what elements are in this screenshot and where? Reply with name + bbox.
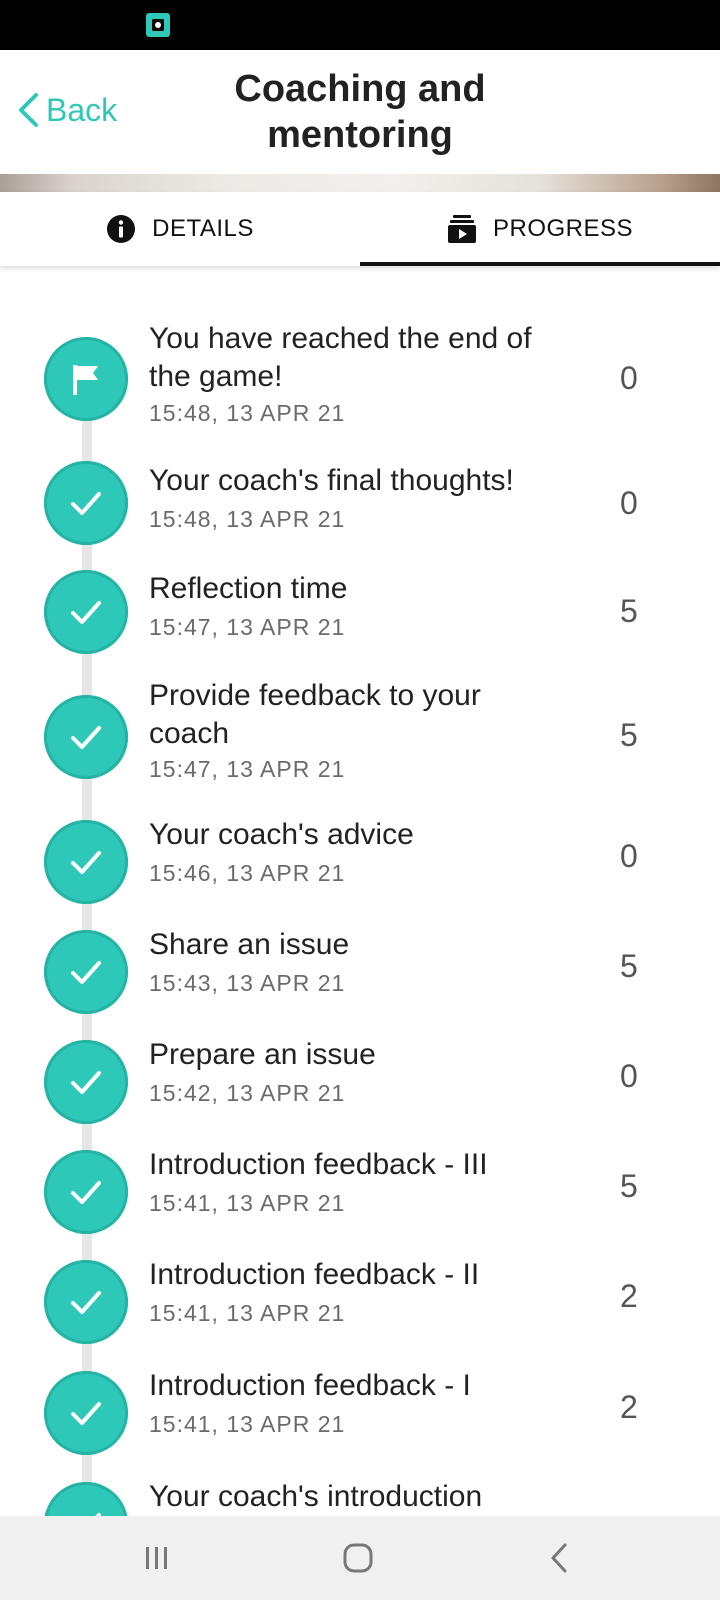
page-title-line1: Coaching and (234, 68, 486, 110)
check-icon (71, 1181, 101, 1204)
step-status-dot (44, 570, 128, 654)
check-icon (95, 1513, 101, 1516)
step-score: 0 (620, 360, 638, 396)
step-timestamp: 15:42, 13 APR 21 (149, 1080, 346, 1106)
step-timestamp: 15:47, 13 APR 21 (149, 614, 346, 640)
step-score: 0 (620, 1058, 638, 1094)
step-title: Share an issue (149, 928, 350, 961)
check-icon (71, 492, 101, 515)
nav-back-icon (551, 1543, 567, 1573)
system-navigation-bar (0, 1516, 720, 1600)
step-status-dot (44, 337, 128, 421)
check-icon (71, 601, 101, 624)
step-status-dot (44, 1371, 128, 1455)
tab-details-label: DETAILS (152, 215, 254, 242)
progress-media-icon (447, 215, 476, 243)
step-title: Your coach's introduction (149, 1480, 483, 1513)
tab-progress-label: PROGRESS (492, 215, 634, 242)
back-button[interactable]: Back (16, 88, 117, 132)
step-status-dot (44, 930, 128, 1014)
progress-list[interactable]: You have reached the end of the game! 15… (0, 300, 720, 1516)
step-status-dot (44, 1040, 128, 1124)
home-icon (343, 1543, 373, 1573)
step-timestamp: 15:48, 13 APR 21 (149, 400, 346, 426)
flag-icon (73, 365, 98, 395)
step-status-dot (44, 1260, 128, 1344)
step-title-line2: coach (149, 717, 230, 750)
step-title: Your coach's final thoughts! (149, 464, 514, 497)
step-title: Introduction feedback - III (149, 1148, 488, 1181)
step-score: 0 (620, 838, 638, 874)
step-title-line1: You have reached the end of (149, 322, 532, 355)
step-title-line1: Provide feedback to your (149, 679, 481, 712)
page-title: Coaching and mentoring (190, 66, 530, 158)
step-title: Introduction feedback - II (149, 1258, 480, 1291)
step-status-dot (44, 695, 128, 779)
check-icon (71, 1291, 101, 1314)
header-banner-image (0, 174, 720, 192)
step-timestamp: 15:48, 13 APR 21 (149, 506, 346, 532)
check-icon (71, 961, 101, 984)
step-timestamp: 15:43, 13 APR 21 (149, 970, 346, 996)
home-button[interactable] (328, 1534, 388, 1582)
check-icon (71, 726, 101, 749)
step-score: 0 (620, 485, 638, 521)
step-timestamp: 15:41, 13 APR 21 (149, 1411, 346, 1437)
back-label: Back (46, 91, 118, 128)
app-notification-icon (146, 13, 170, 37)
page-title-line2: mentoring (267, 114, 453, 156)
step-score: 5 (620, 1168, 638, 1204)
info-icon (107, 215, 136, 243)
step-title: Reflection time (149, 572, 348, 605)
check-icon (71, 1402, 101, 1425)
step-timestamp: 15:41, 13 APR 21 (149, 1190, 346, 1216)
tab-progress[interactable]: PROGRESS (360, 192, 720, 266)
recent-apps-icon (146, 1547, 167, 1569)
step-score: 5 (620, 593, 638, 629)
step-title: Prepare an issue (149, 1038, 376, 1071)
check-icon (71, 851, 101, 874)
step-status-dot (44, 461, 128, 545)
active-tab-indicator (360, 262, 720, 266)
status-bar (0, 0, 720, 50)
step-timestamp: 15:41, 13 APR 21 (149, 1300, 346, 1326)
chevron-left-icon (19, 93, 38, 127)
step-score: 2 (620, 1389, 638, 1425)
step-timestamp: 15:46, 13 APR 21 (149, 860, 346, 886)
step-timestamp: 15:47, 13 APR 21 (149, 756, 346, 782)
step-status-dot (44, 1150, 128, 1234)
check-icon (71, 1071, 101, 1094)
step-status-dot (44, 820, 128, 904)
system-back-button[interactable] (530, 1534, 590, 1582)
step-title: Introduction feedback - I (149, 1369, 471, 1402)
step-score: 5 (620, 717, 638, 753)
tab-bar: DETAILS PROGRESS (0, 192, 720, 266)
step-title: Provide feedback to your coach (149, 677, 569, 753)
step-score: 2 (620, 1278, 638, 1314)
step-title: Your coach's advice (149, 818, 414, 851)
tab-details[interactable]: DETAILS (0, 192, 360, 266)
step-title: You have reached the end of the game! (149, 320, 569, 396)
recent-apps-button[interactable] (127, 1534, 187, 1582)
step-score: 5 (620, 948, 638, 984)
step-status-dot (44, 1482, 128, 1516)
step-title-line2: the game! (149, 360, 283, 393)
